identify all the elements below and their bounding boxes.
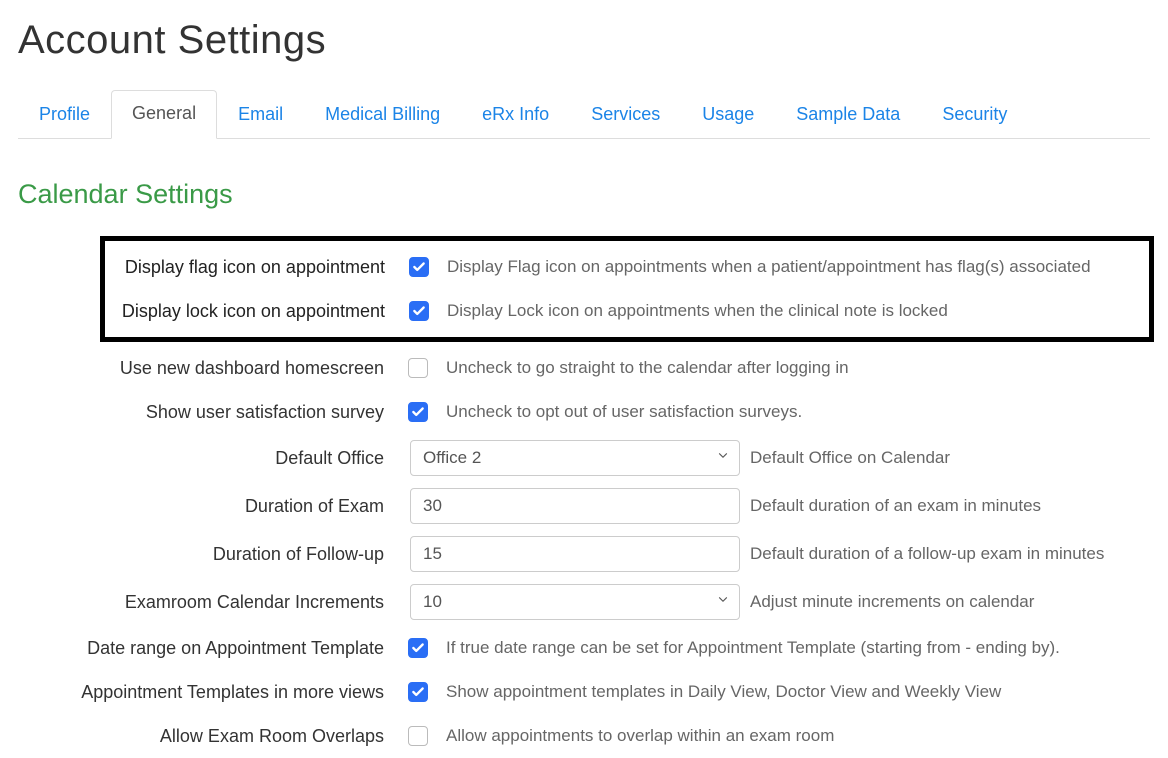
section-heading-calendar-settings: Calendar Settings: [18, 179, 1150, 210]
row-duration-followup: Duration of Follow-up Default duration o…: [18, 530, 1150, 578]
help-duration-exam: Default duration of an exam in minutes: [750, 496, 1150, 516]
select-default-office[interactable]: Office 2: [410, 440, 740, 476]
page-title: Account Settings: [18, 18, 1150, 63]
checkbox-display-flag-icon[interactable]: [409, 257, 429, 277]
check-icon: [412, 304, 426, 318]
tab-usage[interactable]: Usage: [681, 91, 775, 139]
row-templates-more-views: Appointment Templates in more views Show…: [18, 670, 1150, 714]
row-date-range-template: Date range on Appointment Template If tr…: [18, 626, 1150, 670]
input-duration-followup[interactable]: [410, 536, 740, 572]
help-user-satisfaction-survey: Uncheck to opt out of user satisfaction …: [446, 402, 1150, 422]
label-user-satisfaction-survey: Show user satisfaction survey: [18, 402, 400, 423]
row-user-satisfaction-survey: Show user satisfaction survey Uncheck to…: [18, 390, 1150, 434]
help-display-lock-icon: Display Lock icon on appointments when t…: [447, 301, 1143, 321]
checkbox-display-lock-icon[interactable]: [409, 301, 429, 321]
tab-email[interactable]: Email: [217, 91, 304, 139]
select-calendar-increments-wrap: 10: [410, 584, 740, 620]
help-date-range-template: If true date range can be set for Appoin…: [446, 638, 1150, 658]
select-calendar-increments[interactable]: 10: [410, 584, 740, 620]
tab-medical-billing[interactable]: Medical Billing: [304, 91, 461, 139]
row-calendar-increments: Examroom Calendar Increments 10 Adjust m…: [18, 578, 1150, 626]
label-allow-overlaps: Allow Exam Room Overlaps: [18, 726, 400, 747]
row-default-office: Default Office Office 2 Default Office o…: [18, 434, 1150, 482]
checkbox-user-satisfaction-survey[interactable]: [408, 402, 428, 422]
help-templates-more-views: Show appointment templates in Daily View…: [446, 682, 1150, 702]
help-allow-overlaps: Allow appointments to overlap within an …: [446, 726, 1150, 746]
row-allow-overlaps: Allow Exam Room Overlaps Allow appointme…: [18, 714, 1150, 758]
label-calendar-increments: Examroom Calendar Increments: [18, 592, 400, 613]
label-display-lock-icon: Display lock icon on appointment: [105, 301, 401, 322]
check-icon: [411, 685, 425, 699]
label-duration-exam: Duration of Exam: [18, 496, 400, 517]
help-dashboard-homescreen: Uncheck to go straight to the calendar a…: [446, 358, 1150, 378]
label-date-range-template: Date range on Appointment Template: [18, 638, 400, 659]
input-duration-exam[interactable]: [410, 488, 740, 524]
row-display-lock-icon: Display lock icon on appointment Display…: [105, 289, 1143, 333]
calendar-settings-form: Display flag icon on appointment Display…: [18, 236, 1150, 758]
tab-general[interactable]: General: [111, 90, 217, 139]
help-calendar-increments: Adjust minute increments on calendar: [750, 592, 1150, 612]
tab-sample-data[interactable]: Sample Data: [775, 91, 921, 139]
row-duration-exam: Duration of Exam Default duration of an …: [18, 482, 1150, 530]
check-icon: [411, 405, 425, 419]
row-dashboard-homescreen: Use new dashboard homescreen Uncheck to …: [18, 346, 1150, 390]
label-templates-more-views: Appointment Templates in more views: [18, 682, 400, 703]
checkbox-allow-overlaps[interactable]: [408, 726, 428, 746]
tab-erx-info[interactable]: eRx Info: [461, 91, 570, 139]
label-default-office: Default Office: [18, 448, 400, 469]
select-default-office-wrap: Office 2: [410, 440, 740, 476]
tab-profile[interactable]: Profile: [18, 91, 111, 139]
label-display-flag-icon: Display flag icon on appointment: [105, 257, 401, 278]
label-dashboard-homescreen: Use new dashboard homescreen: [18, 358, 400, 379]
row-display-flag-icon: Display flag icon on appointment Display…: [105, 245, 1143, 289]
check-icon: [412, 260, 426, 274]
checkbox-date-range-template[interactable]: [408, 638, 428, 658]
help-display-flag-icon: Display Flag icon on appointments when a…: [447, 257, 1143, 277]
check-icon: [411, 641, 425, 655]
tab-security[interactable]: Security: [921, 91, 1028, 139]
tab-services[interactable]: Services: [570, 91, 681, 139]
label-duration-followup: Duration of Follow-up: [18, 544, 400, 565]
checkbox-dashboard-homescreen[interactable]: [408, 358, 428, 378]
help-default-office: Default Office on Calendar: [750, 448, 1150, 468]
help-duration-followup: Default duration of a follow-up exam in …: [750, 544, 1150, 564]
checkbox-templates-more-views[interactable]: [408, 682, 428, 702]
highlighted-settings: Display flag icon on appointment Display…: [100, 236, 1154, 342]
tabs-nav: Profile General Email Medical Billing eR…: [18, 89, 1150, 139]
